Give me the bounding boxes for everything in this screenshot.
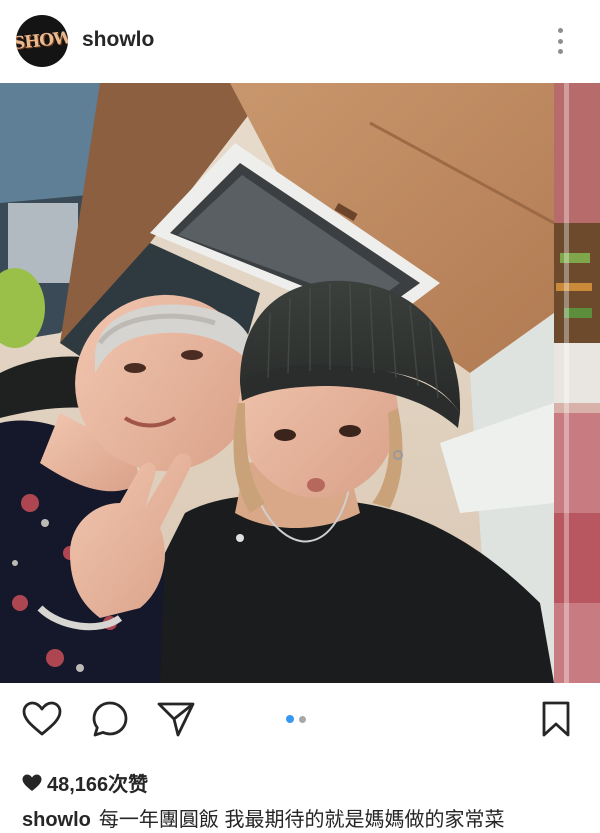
selfie-photo [0, 83, 554, 683]
heart-outline-icon[interactable] [20, 699, 64, 739]
carousel-dot-active [286, 715, 294, 723]
likes-text: 48,166次赞 [47, 774, 149, 796]
post-photo[interactable] [0, 83, 554, 683]
post-action-bar [0, 683, 600, 755]
next-photo-peek[interactable] [554, 83, 600, 683]
avatar-logo-text: SHOW [16, 28, 68, 54]
heart-filled-icon [22, 774, 42, 791]
caption-text: 每一年團圓飯 我最期待的就是媽媽做的家常菜 [98, 809, 505, 831]
username-link[interactable]: showlo [82, 28, 154, 52]
caption-username[interactable]: showlo [22, 809, 91, 831]
carousel-indicator [286, 715, 306, 723]
carousel-dot [299, 715, 306, 723]
comment-bubble-icon[interactable] [88, 699, 132, 739]
avatar[interactable]: SHOW [16, 15, 68, 67]
bookmark-icon[interactable] [534, 699, 578, 739]
likes-count[interactable]: 48,166次赞 [22, 768, 148, 797]
food-photo-preview [554, 83, 600, 683]
post-caption: showlo 每一年團圓飯 我最期待的就是媽媽做的家常菜 [22, 803, 504, 832]
post-header: SHOW showlo [0, 0, 600, 82]
paper-plane-icon[interactable] [154, 699, 198, 739]
more-vertical-icon[interactable] [548, 24, 572, 58]
post-photo-carousel[interactable] [0, 83, 600, 683]
